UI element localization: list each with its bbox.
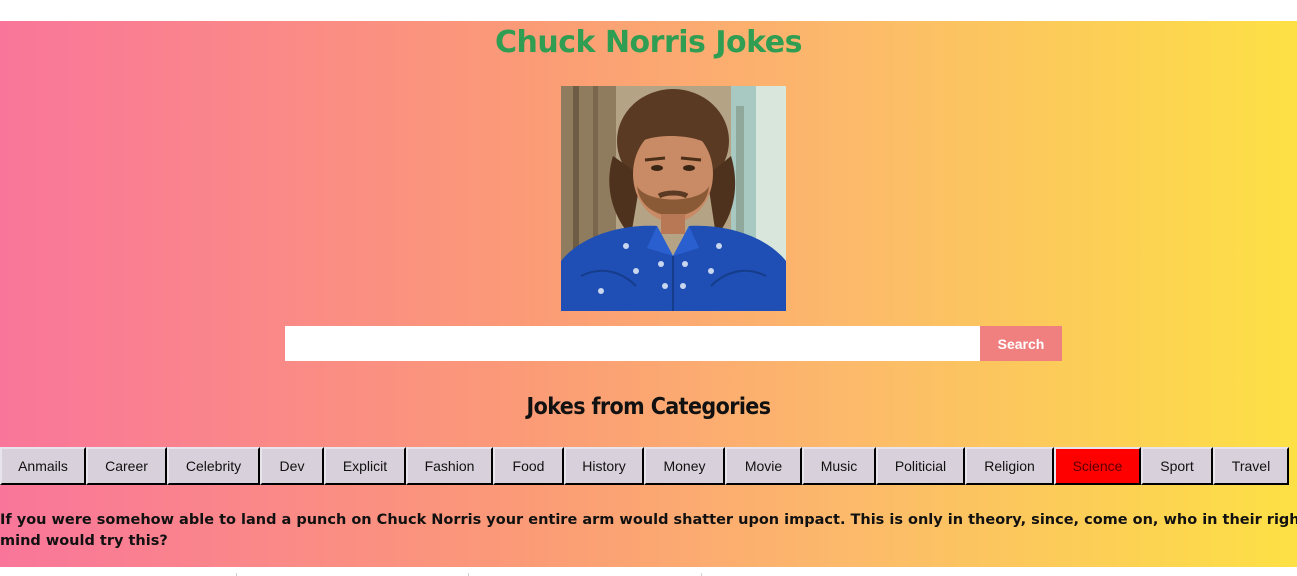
- category-button-science[interactable]: Science: [1054, 447, 1141, 485]
- joke-text: If you were somehow able to land a punch…: [0, 512, 1297, 549]
- categories-heading: Jokes from Categories: [526, 394, 772, 420]
- page-title: Chuck Norris Jokes: [495, 25, 802, 60]
- category-button-money[interactable]: Money: [644, 447, 725, 485]
- search-input[interactable]: [285, 326, 980, 361]
- chuck-norris-portrait: [561, 86, 786, 311]
- category-button-dev[interactable]: Dev: [260, 447, 324, 485]
- category-button-sport[interactable]: Sport: [1141, 447, 1213, 485]
- top-strip: [0, 0, 1297, 21]
- category-button-religion[interactable]: Religion: [965, 447, 1054, 485]
- category-button-animals[interactable]: Anmails: [0, 447, 86, 485]
- category-button-political[interactable]: Politicial: [876, 447, 965, 485]
- category-button-movie[interactable]: Movie: [725, 447, 802, 485]
- portrait-image: [561, 86, 786, 311]
- category-button-music[interactable]: Music: [802, 447, 876, 485]
- category-bar: Anmails Career Celebrity Dev Explicit Fa…: [0, 447, 1289, 485]
- category-button-career[interactable]: Career: [86, 447, 167, 485]
- category-button-history[interactable]: History: [564, 447, 644, 485]
- category-button-food[interactable]: Food: [493, 447, 564, 485]
- category-button-celebrity[interactable]: Celebrity: [167, 447, 260, 485]
- category-button-travel[interactable]: Travel: [1213, 447, 1289, 485]
- search-button[interactable]: Search: [980, 326, 1062, 361]
- category-button-fashion[interactable]: Fashion: [406, 447, 493, 485]
- page-background: Chuck Norris Jokes Search Jokes from Cat…: [0, 21, 1297, 567]
- bottom-strip: [0, 567, 1297, 576]
- category-button-explicit[interactable]: Explicit: [324, 447, 406, 485]
